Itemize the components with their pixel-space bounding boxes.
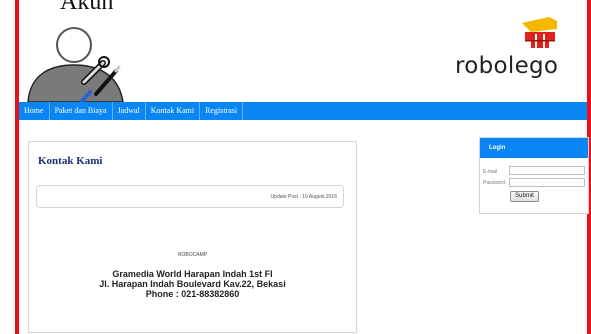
password-label: Password <box>483 180 505 186</box>
password-field[interactable] <box>509 178 585 187</box>
email-label: E-mail <box>483 169 498 175</box>
logo-text: robolego <box>455 53 559 79</box>
account-avatar-icon <box>27 27 124 102</box>
robolego-logo-icon <box>522 17 557 48</box>
org-name: ROBOCAMP <box>177 252 208 258</box>
update-post-box: Update Post : 10 August 2016 <box>36 185 344 208</box>
nav-item-jadwal[interactable]: Jadwal <box>113 102 146 120</box>
header-partial-text: Akun <box>60 0 114 15</box>
nav-item-kontak-kami[interactable]: Kontak Kami <box>146 102 201 120</box>
address-line-1: Gramedia World Harapan Indah 1st Fl <box>112 269 273 279</box>
nav-item-registrasi[interactable]: Registrasi <box>200 102 244 120</box>
main-nav: Home Paket dan Biaya Jadwal Kontak Kami … <box>19 102 587 120</box>
contact-panel: Kontak Kami Update Post : 10 August 2016… <box>28 141 357 333</box>
email-field[interactable] <box>509 166 585 175</box>
left-red-border <box>15 0 19 334</box>
address-line-2: Jl. Harapan Indah Boulevard Kav.22, Beka… <box>99 279 286 289</box>
nav-item-paket-dan-biaya[interactable]: Paket dan Biaya <box>50 102 113 120</box>
submit-button[interactable]: Submit <box>510 191 539 202</box>
contact-phone: Phone : 021-88382860 <box>145 289 240 299</box>
login-box: Login E-mail Password Submit <box>479 137 589 214</box>
contact-address: Gramedia World Harapan Indah 1st Fl Jl. … <box>29 269 356 299</box>
nav-item-home[interactable]: Home <box>19 102 50 120</box>
login-title: Login <box>480 138 588 158</box>
page-title: Kontak Kami <box>38 155 103 167</box>
update-post-date: Update Post : 10 August 2016 <box>270 194 337 200</box>
